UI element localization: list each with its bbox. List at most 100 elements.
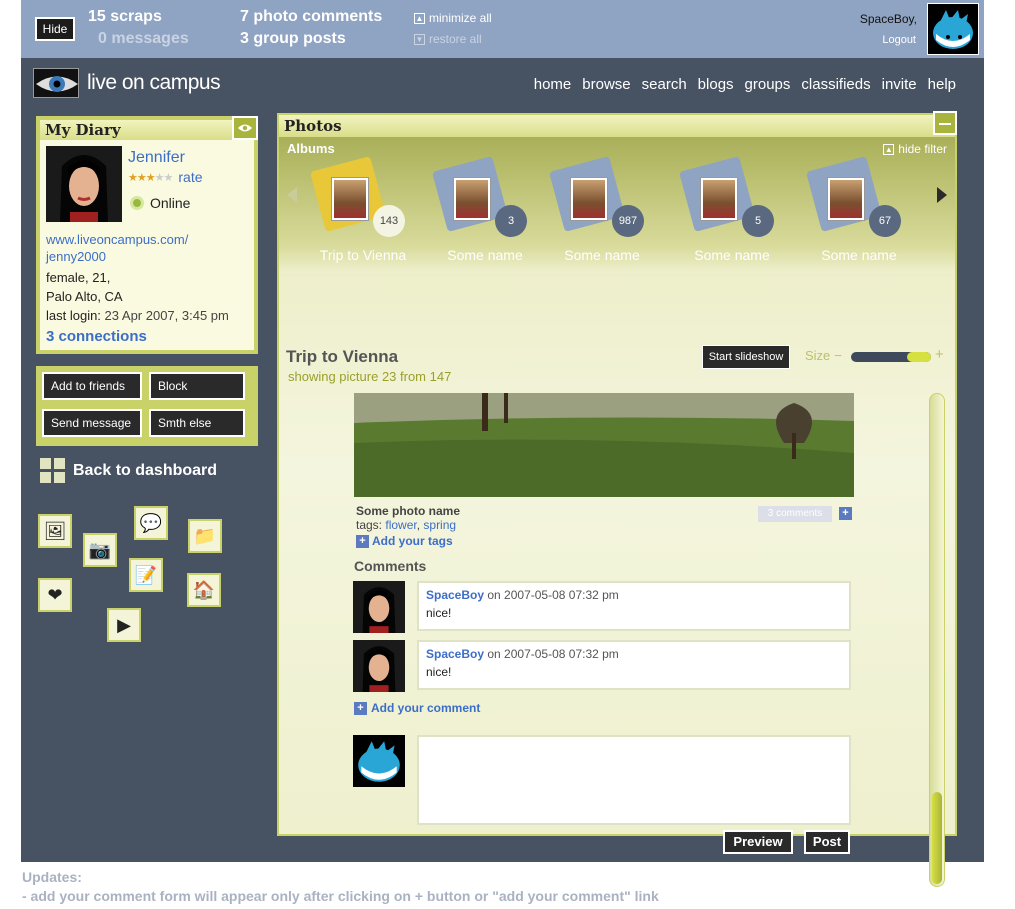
rate-link[interactable]: rate <box>178 169 202 185</box>
preview-button[interactable]: Preview <box>723 830 793 854</box>
album-name: Some name <box>447 247 523 263</box>
diary-view-button[interactable] <box>232 116 258 140</box>
comment-date: on 2007-05-08 07:32 pm <box>487 588 619 602</box>
add-comment-link[interactable]: + Add your comment <box>354 701 480 715</box>
profile-name-link[interactable]: Jennifer <box>128 149 185 167</box>
add-to-friends-button[interactable]: Add to friends <box>42 372 142 400</box>
profile-photo-image <box>46 146 122 222</box>
minimize-panel-button[interactable] <box>933 111 957 135</box>
minimize-all-link[interactable]: ▲ minimize all <box>414 11 492 25</box>
folder-icon[interactable]: 📁 <box>188 519 222 553</box>
nav-groups[interactable]: groups <box>745 76 791 93</box>
comment-avatar[interactable] <box>353 581 405 633</box>
profile-url-link[interactable]: www.liveoncampus.com/jenny2000 <box>46 231 229 265</box>
back-to-dashboard-link[interactable]: Back to dashboard <box>40 458 217 483</box>
restore-icon: ▼ <box>414 33 425 45</box>
main-nav: home browse search blogs groups classifi… <box>534 76 956 93</box>
start-slideshow-button[interactable]: Start slideshow <box>702 345 790 369</box>
size-minus-button[interactable]: − <box>834 348 842 363</box>
back-to-dashboard-label: Back to dashboard <box>73 461 218 479</box>
add-comment-label: Add your comment <box>371 701 481 715</box>
nav-browse[interactable]: browse <box>582 76 630 93</box>
size-slider-handle[interactable] <box>907 352 931 362</box>
logo-text: live on campus <box>87 71 221 94</box>
nav-classifieds[interactable]: classifieds <box>801 76 870 93</box>
minimize-all-label: minimize all <box>429 11 492 25</box>
commenter-avatar-image <box>353 640 405 692</box>
heart-icon[interactable]: ❤ <box>38 578 72 612</box>
restore-all-label: restore all <box>429 32 482 46</box>
size-label: Size <box>805 348 831 363</box>
my-avatar <box>353 735 405 787</box>
smth-else-button[interactable]: Smth else <box>149 409 245 437</box>
photo-frame-icon[interactable]: 🖼 <box>38 514 72 548</box>
album-photo-count: 5 <box>742 205 774 237</box>
block-button[interactable]: Block <box>149 372 245 400</box>
add-tags-link[interactable]: + Add your tags <box>356 534 453 548</box>
size-slider[interactable] <box>851 352 931 362</box>
comment-date: on 2007-05-08 07:32 pm <box>487 647 619 661</box>
updates-note: Updates: - add your comment form will ap… <box>22 868 659 906</box>
add-comment-plus-button[interactable]: + <box>839 507 852 520</box>
scrollbar-thumb[interactable] <box>932 792 942 884</box>
username: SpaceBoy, <box>859 12 917 26</box>
nav-invite[interactable]: invite <box>882 76 917 93</box>
album-thumbnail <box>827 177 865 221</box>
home-icon[interactable]: 🏠 <box>187 573 221 607</box>
photo-comments-count[interactable]: 7 photo comments <box>240 8 382 26</box>
comment-author-link[interactable]: SpaceBoy <box>426 647 484 661</box>
top-bar: Hide 15 scraps 0 messages 7 photo commen… <box>21 0 984 58</box>
scraps-count[interactable]: 15 scraps <box>88 8 162 26</box>
logout-link[interactable]: Logout <box>882 34 916 46</box>
chat-bubbles-icon[interactable]: 💬 <box>134 506 168 540</box>
restore-all-link[interactable]: ▼ restore all <box>414 32 482 46</box>
hide-button[interactable]: Hide <box>35 17 75 41</box>
group-posts-count[interactable]: 3 group posts <box>240 30 346 48</box>
add-tags-plus-icon: + <box>356 534 369 548</box>
album-thumbnail <box>453 177 491 221</box>
album-thumbnail <box>700 177 738 221</box>
site-logo[interactable]: live on campus <box>33 68 221 98</box>
size-plus-button[interactable]: + <box>935 346 944 363</box>
nav-home[interactable]: home <box>534 76 572 93</box>
photos-panel: Photos Albums ▲ hide filter 143 Trip to V… <box>277 111 957 887</box>
profile-photo[interactable] <box>46 146 122 222</box>
album-name: Some name <box>564 247 640 263</box>
comment-avatar[interactable] <box>353 640 405 692</box>
comments-count-badge[interactable]: 3 comments <box>758 506 832 522</box>
hide-filter-link[interactable]: ▲ hide filter <box>883 142 947 156</box>
post-button[interactable]: Post <box>804 830 850 854</box>
diary-title: My Diary <box>40 120 254 140</box>
add-comment-plus-icon: + <box>354 701 367 715</box>
user-avatar[interactable] <box>927 3 979 55</box>
gallery-icon[interactable]: 📷 <box>83 533 117 567</box>
play-video-icon[interactable]: ▶ <box>107 608 141 642</box>
spaceboy-avatar-icon <box>928 4 978 54</box>
send-message-button[interactable]: Send message <box>42 409 142 437</box>
nav-search[interactable]: search <box>642 76 687 93</box>
albums-strip: Albums ▲ hide filter 143 Trip to Vienna 3 S… <box>279 137 955 273</box>
nav-blogs[interactable]: blogs <box>698 76 734 93</box>
comment-text: nice! <box>426 606 452 620</box>
comment-author-link[interactable]: SpaceBoy <box>426 588 484 602</box>
albums-prev-arrow[interactable] <box>287 187 297 203</box>
rating-stars[interactable]: ★★★★★ <box>128 171 173 184</box>
tag-spring-link[interactable]: spring <box>423 518 456 532</box>
photo-name: Some photo name <box>356 504 461 518</box>
nav-help[interactable]: help <box>928 76 956 93</box>
spaceboy-avatar-icon <box>353 735 405 787</box>
albums-next-arrow[interactable] <box>937 187 947 203</box>
tag-flower-link[interactable]: flower <box>385 518 416 532</box>
dashboard-grid-icon <box>40 458 65 483</box>
landscape-photo-image <box>354 393 854 497</box>
main-photo[interactable] <box>354 393 854 497</box>
album-photo-count: 987 <box>612 205 644 237</box>
updates-text: - add your comment form will appear only… <box>22 888 659 904</box>
messages-count[interactable]: 0 messages <box>98 30 189 48</box>
profile-location: Palo Alto, CA <box>46 289 123 304</box>
comment-textarea[interactable] <box>417 735 851 825</box>
hide-filter-label: hide filter <box>898 142 947 156</box>
connections-link[interactable]: 3 connections <box>46 328 229 345</box>
notepad-icon[interactable]: 📝 <box>129 558 163 592</box>
comments-scrollbar[interactable] <box>929 393 945 887</box>
